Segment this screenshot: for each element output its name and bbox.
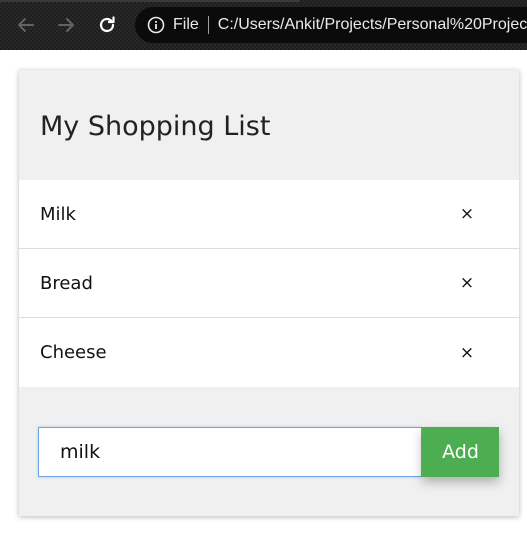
add-item-form: Add [38,427,499,477]
remove-item-button[interactable]: × [455,341,479,365]
list-item: Bread × [19,249,519,318]
list-item-label: Cheese [40,342,107,363]
info-icon[interactable] [147,16,165,34]
shopping-list: Milk × Bread × Cheese × [19,180,519,387]
item-input[interactable] [38,427,422,477]
add-button[interactable]: Add [422,427,499,477]
reload-icon [99,16,115,33]
page-title: My Shopping List [40,111,271,142]
list-item-label: Milk [40,203,76,225]
arrow-right-icon [58,18,74,32]
browser-toolbar: File C:/Users/Ankit/Projects/Personal%20… [0,0,527,50]
address-bar[interactable]: File C:/Users/Ankit/Projects/Personal%20… [135,7,527,43]
reload-button[interactable] [93,11,121,39]
remove-item-button[interactable]: × [455,202,479,226]
shopping-list-card: My Shopping List Milk × Bread × Cheese ×… [19,70,519,516]
list-item: Milk × [19,180,519,249]
remove-item-button[interactable]: × [455,271,479,295]
tab-strip-edge [0,0,300,2]
file-scheme-label[interactable]: File [173,16,199,34]
url-text[interactable]: C:/Users/Ankit/Projects/Personal%20Proje… [218,16,527,34]
forward-button[interactable] [52,11,80,39]
arrow-left-icon [18,18,34,32]
list-item-label: Bread [40,272,93,294]
address-divider [207,16,209,34]
back-button[interactable] [12,11,40,39]
list-item: Cheese × [19,318,519,387]
